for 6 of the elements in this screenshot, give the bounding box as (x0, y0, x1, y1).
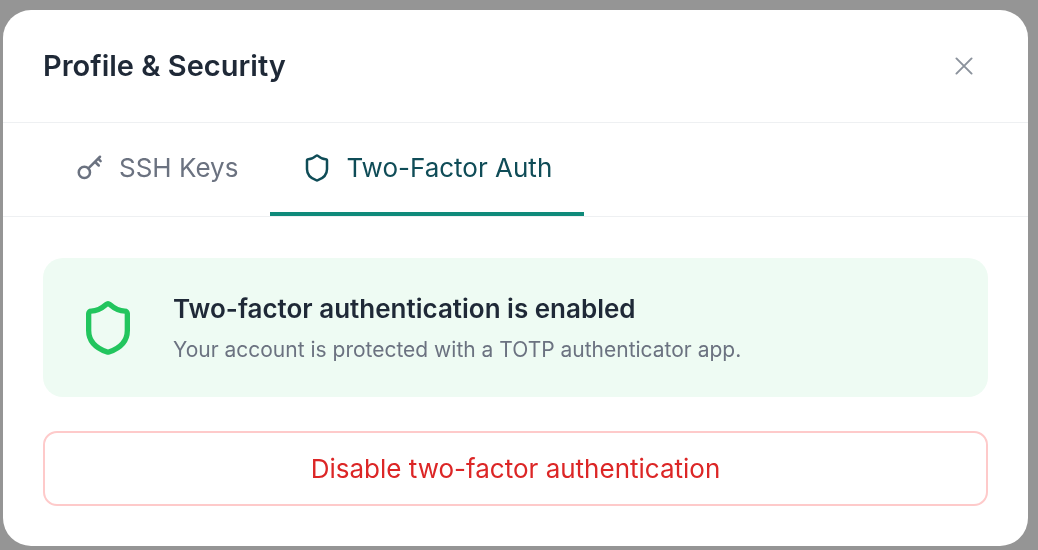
dialog-title: Profile & Security (43, 47, 286, 86)
tab[interactable]: Two-Factor Auth (270, 123, 585, 216)
status-title: Two-factor authentication is enabled (173, 292, 637, 327)
tab[interactable]: SSH Keys (43, 123, 271, 216)
status-description: Your account is protected with a TOTP authenticator app. (173, 336, 742, 365)
disable-2fa-button[interactable]: Disable two-factor authentication (43, 431, 988, 506)
